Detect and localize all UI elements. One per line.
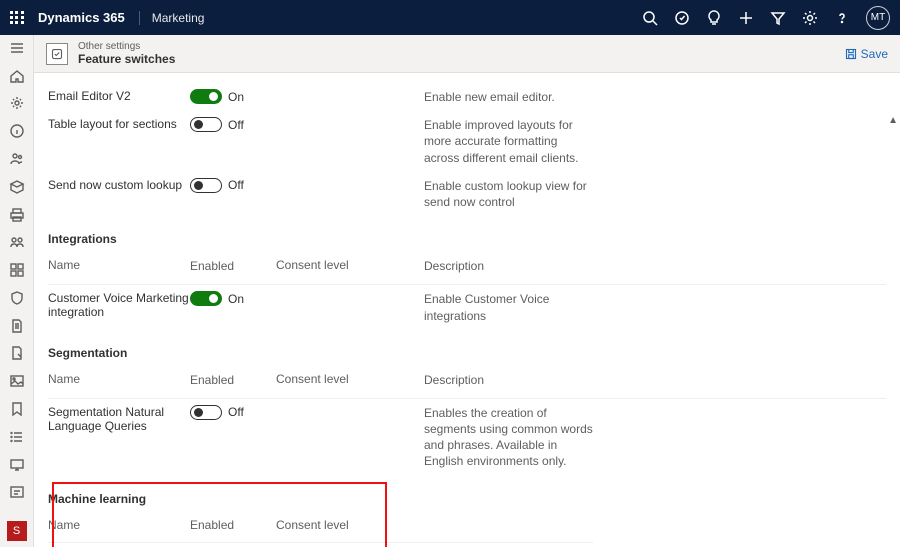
brand-label: Dynamics 365	[38, 10, 125, 25]
bookmark-icon[interactable]	[8, 400, 26, 418]
users-icon[interactable]	[8, 233, 26, 251]
search-icon[interactable]	[642, 10, 658, 26]
feature-row: Email Editor V2 On Enable new email edit…	[48, 83, 886, 111]
page-title: Feature switches	[78, 52, 175, 66]
list-icon[interactable]	[8, 428, 26, 446]
menu-icon[interactable]	[8, 39, 26, 57]
area-label: Marketing	[139, 11, 205, 25]
toggle[interactable]	[190, 89, 222, 104]
toggle-label: Off	[228, 118, 244, 132]
th-consent: Consent level	[276, 258, 424, 274]
toggle[interactable]	[190, 117, 222, 132]
box-icon[interactable]	[8, 178, 26, 196]
toggle[interactable]	[190, 178, 222, 193]
th-consent: Consent level	[276, 372, 424, 388]
monitor-icon[interactable]	[8, 456, 26, 474]
grid-icon[interactable]	[8, 261, 26, 279]
feature-desc: Enables the creation of segments using c…	[424, 405, 594, 470]
toggle-label: Off	[228, 178, 244, 192]
save-button[interactable]: Save	[845, 47, 888, 61]
document-icon[interactable]	[8, 317, 26, 335]
feature-row: Smart scheduler Off (5) Profiling	[48, 543, 886, 547]
lightbulb-icon[interactable]	[706, 10, 722, 26]
feature-row: Segmentation Natural Language Queries Of…	[48, 399, 886, 476]
image-icon[interactable]	[8, 372, 26, 390]
add-icon[interactable]	[738, 10, 754, 26]
avatar[interactable]: MT	[866, 6, 890, 30]
toggle-label: On	[228, 90, 244, 104]
feature-name: Send now custom lookup	[48, 178, 190, 192]
checkbox-icon	[46, 43, 68, 65]
save-label: Save	[861, 47, 888, 61]
sidebar: S	[0, 35, 34, 547]
settings-icon[interactable]	[8, 95, 26, 113]
th-desc: Description	[424, 372, 594, 388]
main: Other settings Feature switches Save ▲ E…	[34, 35, 900, 547]
th-consent: Consent level	[276, 518, 424, 532]
page-header: Other settings Feature switches Save	[34, 35, 900, 73]
th-enabled: Enabled	[190, 258, 276, 274]
feature-name: Segmentation Natural Language Queries	[48, 405, 190, 433]
content: ▲ Email Editor V2 On Enable new email ed…	[34, 73, 900, 547]
th-name: Name	[48, 372, 190, 388]
toggle[interactable]	[190, 405, 222, 420]
edit-doc-icon[interactable]	[8, 345, 26, 363]
section-title-segmentation: Segmentation	[48, 330, 886, 366]
topbar-actions: MT	[642, 6, 890, 30]
feature-name: Table layout for sections	[48, 117, 190, 131]
gear-icon[interactable]	[802, 10, 818, 26]
toggle[interactable]	[190, 291, 222, 306]
shield-icon[interactable]	[8, 289, 26, 307]
feature-desc: Enable Customer Voice integrations	[424, 291, 594, 323]
print-icon[interactable]	[8, 206, 26, 224]
table-header: Name Enabled Consent level Description	[48, 366, 886, 398]
topbar: Dynamics 365 Marketing MT	[0, 0, 900, 35]
filter-icon[interactable]	[770, 10, 786, 26]
app-launcher-icon[interactable]	[10, 11, 24, 25]
feature-desc: Enable custom lookup view for send now c…	[424, 178, 594, 210]
text-icon[interactable]	[8, 484, 26, 502]
feature-desc: Enable new email editor.	[424, 89, 594, 105]
section-title-ml: Machine learning	[48, 476, 886, 512]
breadcrumb: Other settings	[78, 41, 175, 52]
feature-row: Table layout for sections Off Enable imp…	[48, 111, 886, 172]
th-enabled: Enabled	[190, 372, 276, 388]
task-icon[interactable]	[674, 10, 690, 26]
feature-name: Email Editor V2	[48, 89, 190, 103]
th-name: Name	[48, 518, 190, 532]
table-header: Name Enabled Consent level	[48, 512, 886, 542]
home-icon[interactable]	[8, 67, 26, 85]
th-enabled: Enabled	[190, 518, 276, 532]
table-header: Name Enabled Consent level Description	[48, 252, 886, 284]
toggle-label: Off	[228, 405, 244, 419]
feature-row: Customer Voice Marketing integration On …	[48, 285, 886, 329]
area-tile[interactable]: S	[7, 521, 27, 541]
feature-desc: Enable improved layouts for more accurat…	[424, 117, 594, 166]
section-title-integrations: Integrations	[48, 216, 886, 252]
info-icon[interactable]	[8, 122, 26, 140]
help-icon[interactable]	[834, 10, 850, 26]
scroll-up-icon[interactable]: ▲	[888, 115, 898, 126]
feature-name: Customer Voice Marketing integration	[48, 291, 190, 319]
toggle-label: On	[228, 292, 244, 306]
feature-row: Send now custom lookup Off Enable custom…	[48, 172, 886, 216]
th-desc: Description	[424, 258, 594, 274]
people-icon[interactable]	[8, 150, 26, 168]
th-name: Name	[48, 258, 190, 274]
